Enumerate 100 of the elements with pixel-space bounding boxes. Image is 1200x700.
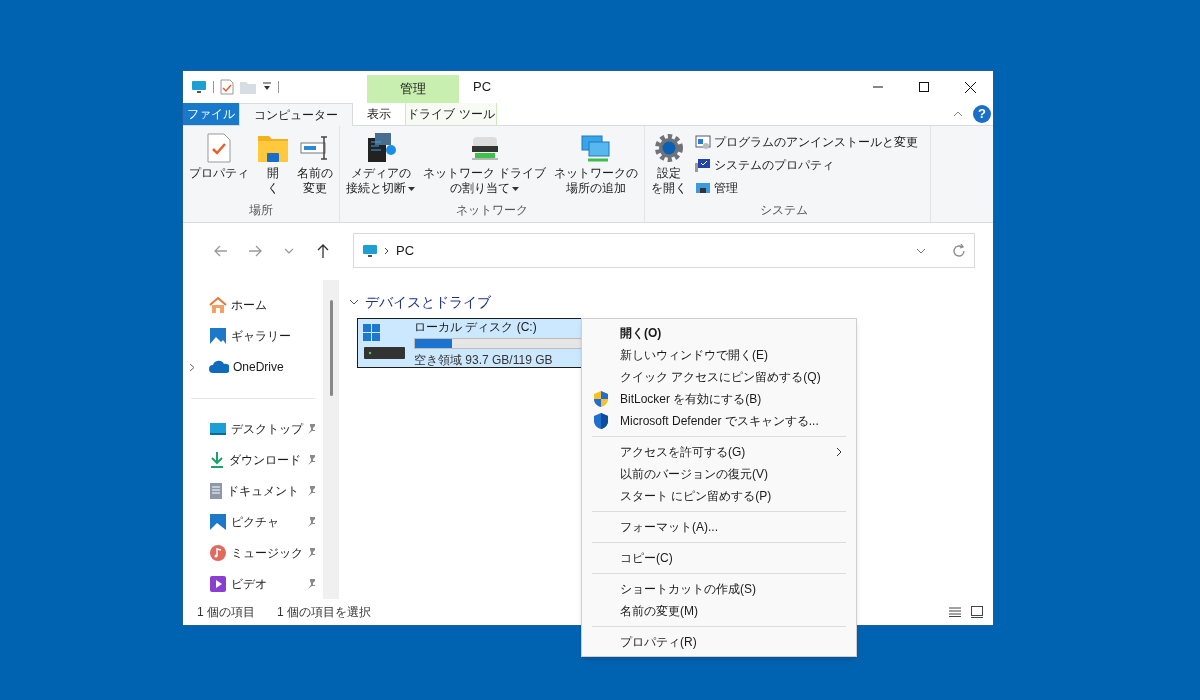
status-text: 1 個の項目 (197, 604, 255, 621)
nav-label: ビデオ (231, 575, 267, 593)
home-icon (209, 296, 227, 315)
dropdown-icon (262, 82, 272, 92)
ribbon-command[interactable]: 管理 (695, 178, 919, 198)
menu-item[interactable]: ショートカットの作成(S) (582, 578, 856, 600)
picture-icon (209, 327, 227, 346)
menu-item[interactable]: プロパティ(R) (582, 631, 856, 653)
shield-icon (592, 412, 610, 430)
picture-icon (209, 512, 227, 531)
command-label: 開 (267, 166, 279, 181)
command-label: を開く (651, 181, 688, 196)
computer-management-icon (695, 180, 712, 196)
document-icon (209, 481, 223, 500)
menu-item[interactable]: クイック アクセスにピン留めする(Q) (582, 366, 856, 388)
menu-item[interactable]: 以前のバージョンの復元(V) (582, 463, 856, 485)
command-label: 設定 (657, 166, 682, 181)
command-label: の割り当て (450, 181, 511, 196)
menu-item[interactable]: スタート にピン留めする(P) (582, 485, 856, 507)
nav-item[interactable]: デスクトップ (183, 413, 323, 445)
nav-item[interactable]: ダウンロード (183, 444, 323, 476)
command-label: 場所の追加 (566, 181, 627, 196)
command-label: 変更 (303, 181, 327, 196)
ribbon-tab[interactable]: 表示 (353, 103, 405, 125)
ribbon-tab[interactable]: コンピューター (239, 103, 353, 126)
ribbon-command[interactable]: プログラムのアンインストールと変更 (695, 132, 919, 152)
refresh-icon (952, 243, 966, 258)
command-label: ネットワークの (554, 166, 639, 181)
document-check-icon (220, 79, 234, 95)
chevron-right-icon (384, 246, 390, 255)
nav-item[interactable]: OneDrive (183, 351, 323, 383)
nav-item[interactable]: ミュージック (183, 537, 323, 569)
command-label: プロパティ (189, 166, 249, 181)
ribbon-group-label: 場所 (248, 203, 274, 218)
ribbon-command[interactable]: 名前の 変更 (295, 132, 335, 196)
menu-item[interactable]: コピー(C) (582, 547, 856, 569)
section-header[interactable]: デバイスとドライブ (349, 292, 993, 312)
nav-label: ホーム (231, 297, 267, 315)
tiles-view-icon (971, 606, 983, 618)
ribbon-command[interactable]: ネットワーク ドライブ の割り当て (421, 132, 549, 196)
forward-arrow-icon (248, 243, 262, 258)
pin-icon (307, 424, 317, 435)
help-button[interactable]: ? (973, 105, 991, 123)
menu-item[interactable]: 名前の変更(M) (582, 600, 856, 622)
gear-icon (653, 132, 686, 164)
free-space-text: 空き領域 93.7 GB/119 GB (414, 351, 554, 369)
chevron-down-icon (349, 299, 359, 305)
ribbon-command[interactable]: ネットワークの 場所の追加 (552, 132, 641, 196)
window-title: PC (473, 78, 492, 97)
ribbon-command[interactable]: 開 く (255, 132, 291, 196)
pin-icon (307, 454, 317, 465)
up-arrow-icon (316, 243, 330, 258)
nav-label: デスクトップ (231, 421, 303, 439)
pin-icon (307, 547, 317, 558)
ribbon-command[interactable]: システムのプロパティ (695, 155, 919, 175)
context-tab-header: 管理 (367, 75, 459, 103)
menu-item[interactable]: アクセスを許可する(G) (582, 441, 856, 463)
command-label: メディアの (350, 166, 411, 181)
ribbon-tab[interactable]: ドライブ ツール (405, 103, 497, 125)
desktop-icon (209, 421, 227, 438)
ribbon-group-label: ネットワーク (455, 203, 530, 218)
back-arrow-icon (214, 243, 228, 258)
music-note-icon (209, 543, 227, 562)
monitor-icon (191, 79, 207, 95)
program-window-icon (695, 134, 712, 150)
dropdown-caret-icon (512, 186, 520, 191)
nav-label: ピクチャ (231, 513, 279, 531)
details-view-icon (949, 607, 961, 617)
pin-icon (307, 485, 317, 496)
maximize-icon (919, 82, 929, 92)
nav-label: ドキュメント (227, 482, 299, 500)
nav-label: OneDrive (233, 359, 284, 377)
ribbon-command[interactable]: 設定 を開く (649, 132, 690, 196)
file-tab[interactable]: ファイル (183, 103, 239, 125)
nav-item[interactable]: ビデオ (183, 568, 323, 599)
nav-label: ミュージック (231, 544, 303, 562)
command-label: ネットワーク ドライブ (423, 166, 547, 181)
chevron-right-icon (189, 362, 195, 372)
command-label: く (267, 181, 279, 196)
nav-item[interactable]: ピクチャ (183, 506, 323, 538)
pin-icon (307, 516, 317, 527)
menu-item[interactable]: フォーマット(A)... (582, 516, 856, 538)
command-label: 接続と切断 (346, 181, 406, 196)
ribbon-command[interactable]: メディアの 接続と切断 (344, 132, 417, 196)
document-check-icon (206, 132, 232, 164)
menu-item[interactable]: BitLocker を有効にする(B) (582, 388, 856, 410)
nav-item[interactable]: ギャラリー (183, 320, 323, 352)
chevron-right-icon (836, 447, 842, 457)
ribbon-command[interactable]: プロパティ (187, 132, 251, 181)
folder-icon (240, 80, 256, 94)
chevron-down-icon (916, 247, 926, 254)
ribbon-group-label: システム (758, 203, 809, 218)
scrollbar[interactable] (323, 280, 339, 599)
nav-item[interactable]: ホーム (183, 290, 323, 321)
computer-check-icon (695, 157, 712, 173)
download-icon (209, 450, 225, 469)
menu-item[interactable]: Microsoft Defender でスキャンする... (582, 410, 856, 432)
address-bar[interactable]: PC (353, 233, 975, 268)
status-text: 1 個の項目を選択 (277, 604, 372, 621)
nav-item[interactable]: ドキュメント (183, 475, 323, 507)
